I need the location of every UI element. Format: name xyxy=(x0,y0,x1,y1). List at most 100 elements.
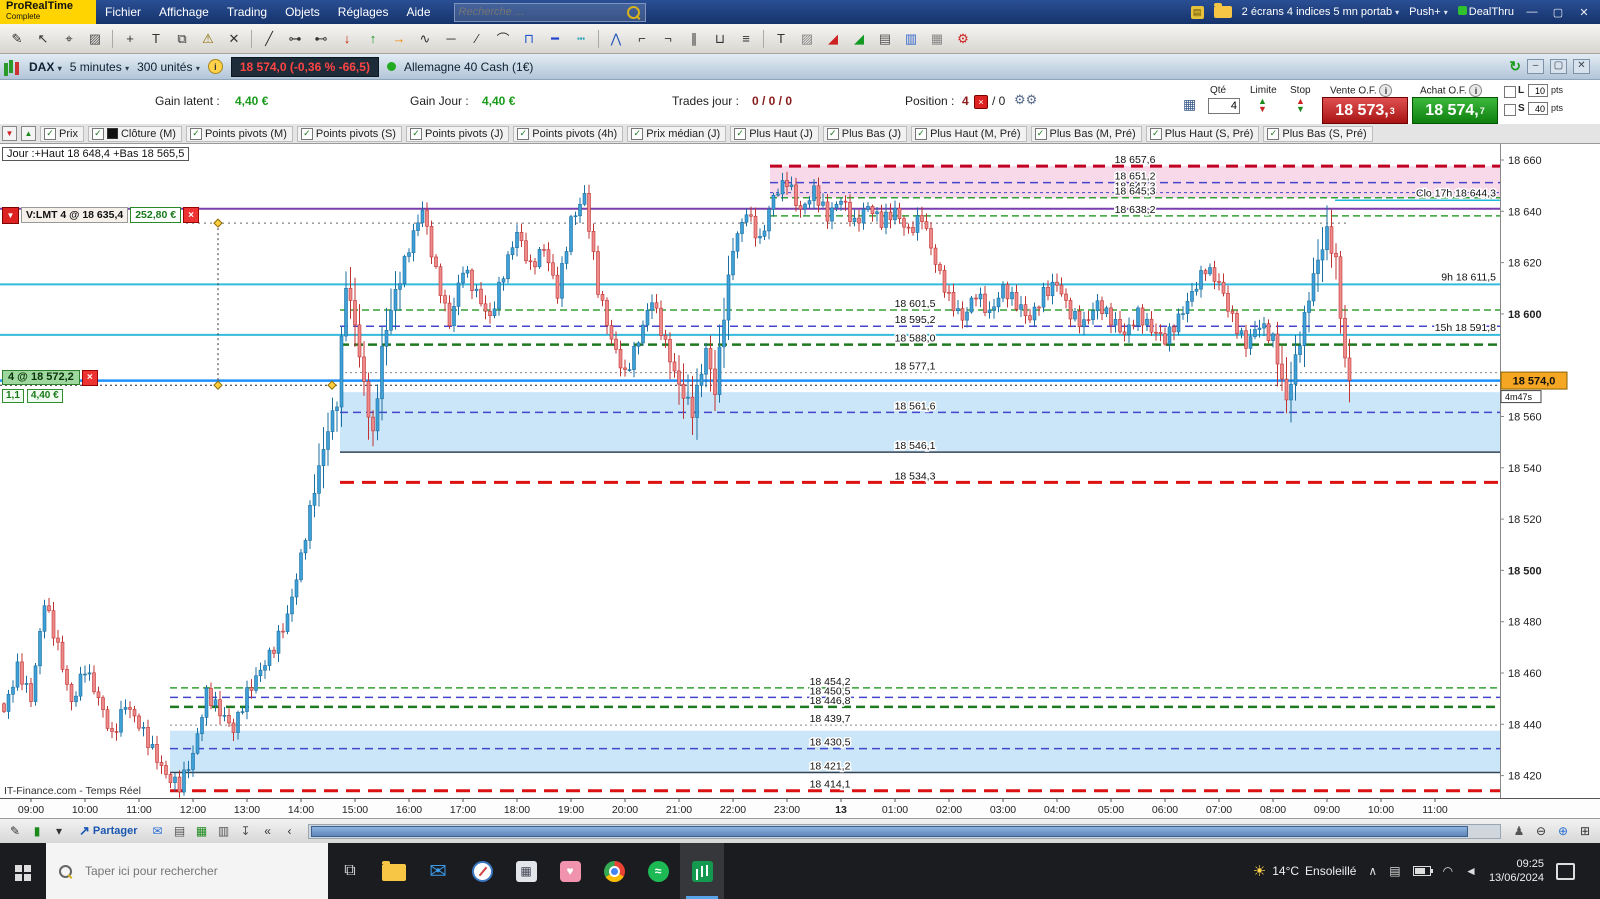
indicator-toggle-plus-bas-m-pr-[interactable]: ✓ Plus Bas (M, Pré) xyxy=(1030,125,1142,142)
arc-icon[interactable]: ⌒ xyxy=(491,27,515,51)
close-icon[interactable]: ✕ xyxy=(1576,6,1592,19)
apps-icon[interactable]: ▤ xyxy=(1190,5,1204,19)
close-position-tag-icon[interactable]: × xyxy=(81,369,98,386)
dashed-line-icon[interactable]: ┅ xyxy=(569,27,593,51)
push-button[interactable]: Push+ ▾ xyxy=(1409,6,1448,18)
limit-order-icon[interactable]: ▲ ▼ xyxy=(1258,97,1267,114)
zoom-out-icon[interactable]: ⊖ xyxy=(1530,821,1552,842)
chart-canvas[interactable]: 18 657,618 651,218 647,318 645,318 638,2… xyxy=(0,144,1600,818)
buy-market-button[interactable]: 18 574, 7 xyxy=(1412,97,1498,124)
chart-style-icon[interactable]: ▮ xyxy=(26,821,48,842)
levels-icon[interactable]: ≡ xyxy=(734,27,758,51)
menu-aide[interactable]: Aide xyxy=(397,0,439,24)
cancel-order-icon[interactable]: × xyxy=(183,207,200,223)
search-icon[interactable] xyxy=(626,5,640,19)
battery-icon[interactable] xyxy=(1412,866,1433,876)
scroll-prev-icon[interactable]: ‹ xyxy=(279,821,301,842)
table-icon[interactable]: ▦ xyxy=(191,821,213,842)
price-up-arrow-icon[interactable]: ▲ xyxy=(21,126,36,141)
indicator-toggle-cl-ture-m-[interactable]: ✓ Clôture (M) xyxy=(87,125,182,142)
folder-icon[interactable] xyxy=(372,843,416,899)
taskbar-clock[interactable]: 09:25 13/06/2024 xyxy=(1489,857,1544,885)
horizontal-line-icon[interactable]: ─ xyxy=(439,27,463,51)
panel-maximize-icon[interactable]: ▢ xyxy=(1550,59,1567,74)
photos-icon[interactable]: ♥ xyxy=(548,843,592,899)
qty-calculator-icon[interactable]: ▦ xyxy=(1183,96,1196,113)
price-down-arrow-icon[interactable]: ▼ xyxy=(2,126,17,141)
chat-icon[interactable]: ✉ xyxy=(147,821,169,842)
qty-input[interactable] xyxy=(1208,98,1240,114)
scrollbar-thumb[interactable] xyxy=(310,825,1469,837)
duplicate-icon[interactable]: ⧉ xyxy=(170,27,194,51)
spotify-icon[interactable]: ≈ xyxy=(636,843,680,899)
ray-icon[interactable]: ⊷ xyxy=(309,27,333,51)
alert-bell-icon[interactable]: ⚠ xyxy=(196,27,220,51)
short-line-icon[interactable]: ━ xyxy=(543,27,567,51)
indicator-toggle-points-pivots-4h-[interactable]: ✓ Points pivots (4h) xyxy=(513,125,624,142)
horizontal-scrollbar[interactable] xyxy=(307,823,1501,839)
indicator-toggle-points-pivots-m-[interactable]: ✓ Points pivots (M) xyxy=(185,125,293,142)
export-icon[interactable]: ↧ xyxy=(235,821,257,842)
symbol-selector[interactable]: DAX ▾ xyxy=(29,60,62,74)
monitor-icon[interactable]: ▤ xyxy=(1389,864,1400,878)
arrow-down-icon[interactable]: ↓ xyxy=(335,27,359,51)
menu-r-glages[interactable]: Réglages xyxy=(329,0,398,24)
taskbar-search-input[interactable] xyxy=(83,863,320,879)
arrow-right-icon[interactable]: → xyxy=(387,27,411,51)
realtime-sync-icon[interactable]: ↻ xyxy=(1509,58,1521,75)
rows-blue-icon[interactable]: ▥ xyxy=(899,27,923,51)
wifi-icon[interactable]: ◠ xyxy=(1443,864,1453,878)
zigzag-icon[interactable]: ∿ xyxy=(413,27,437,51)
indicator-toggle-plus-haut-s-pr-[interactable]: ✓ Plus Haut (S, Pré) xyxy=(1145,125,1260,142)
indicator-toggle-points-pivots-j-[interactable]: ✓ Points pivots (J) xyxy=(405,125,510,142)
stop-s-checkbox[interactable] xyxy=(1504,104,1516,116)
dealthru-button[interactable]: DealThru xyxy=(1457,6,1514,18)
indicator-toggle-prix-m-dian-j-[interactable]: ✓ Prix médian (J) xyxy=(627,125,727,142)
instrument-info-icon[interactable]: i xyxy=(207,59,223,74)
calendar-icon[interactable]: ⊞ xyxy=(1574,821,1596,842)
polyline-up-icon[interactable]: ⌐ xyxy=(630,27,654,51)
indicator-toggle-plus-bas-s-pr-[interactable]: ✓ Plus Bas (S, Pré) xyxy=(1263,125,1373,142)
buy-zone-icon[interactable]: ◢ xyxy=(847,27,871,51)
search-input[interactable] xyxy=(454,6,622,18)
l-points-input[interactable] xyxy=(1528,84,1548,97)
sell-zone-icon[interactable]: ◢ xyxy=(821,27,845,51)
menu-fichier[interactable]: Fichier xyxy=(96,0,150,24)
notes-icon[interactable]: ▤ xyxy=(169,821,191,842)
chart-style-dropdown-icon[interactable]: ▾ xyxy=(48,821,70,842)
search-box[interactable] xyxy=(453,2,646,22)
taskbar-search[interactable] xyxy=(46,843,328,899)
menu-affichage[interactable]: Affichage xyxy=(150,0,218,24)
indicator-toggle-plus-haut-m-pr-[interactable]: ✓ Plus Haut (M, Pré) xyxy=(911,125,1027,142)
channel-icon[interactable]: ∥ xyxy=(682,27,706,51)
position-settings-gear-icon[interactable]: ⚙⚙ xyxy=(1014,92,1037,108)
indicator-toggle-points-pivots-s-[interactable]: ✓ Points pivots (S) xyxy=(296,125,402,142)
start-button[interactable] xyxy=(0,843,46,899)
chart-type-icon[interactable] xyxy=(9,60,13,73)
trend-line-icon[interactable]: ╱ xyxy=(257,27,281,51)
person-icon[interactable]: ♟ xyxy=(1508,821,1530,842)
grid-icon[interactable]: ▥ xyxy=(213,821,235,842)
limit-l-checkbox[interactable] xyxy=(1504,86,1516,98)
browser-icon[interactable] xyxy=(460,843,504,899)
trading-settings-gear-icon[interactable]: ⚙ xyxy=(951,27,975,51)
menu-objets[interactable]: Objets xyxy=(276,0,329,24)
sell-market-button[interactable]: 18 573, 3 xyxy=(1322,97,1408,124)
task-view-icon[interactable]: ⧉ xyxy=(328,843,372,899)
select-cursor-icon[interactable]: ↖ xyxy=(31,27,55,51)
move-tool-icon[interactable]: + xyxy=(118,27,142,51)
polyline-down-icon[interactable]: ¬ xyxy=(656,27,680,51)
price-axis[interactable]: 18 660 18 640 18 620 18 600 18 560 18 540 18 5… xyxy=(1500,144,1600,818)
panel-close-icon[interactable]: ✕ xyxy=(1573,59,1590,74)
sell-info-icon[interactable]: i xyxy=(1379,84,1393,97)
timeframe-selector[interactable]: 5 minutes ▾ xyxy=(70,60,129,74)
rows-icon[interactable]: ▤ xyxy=(873,27,897,51)
arrow-up-icon[interactable]: ↑ xyxy=(361,27,385,51)
chrome-icon[interactable] xyxy=(592,843,636,899)
indicator-toggle-prix[interactable]: ✓ Prix xyxy=(40,125,84,142)
stop-order-icon[interactable]: ▲ ▼ xyxy=(1296,97,1305,114)
volume-icon[interactable]: ◄ xyxy=(1465,864,1477,878)
panel-minimize-icon[interactable]: – xyxy=(1527,59,1544,74)
units-selector[interactable]: 300 unités ▾ xyxy=(137,60,200,74)
maximize-icon[interactable]: ▢ xyxy=(1550,6,1566,19)
